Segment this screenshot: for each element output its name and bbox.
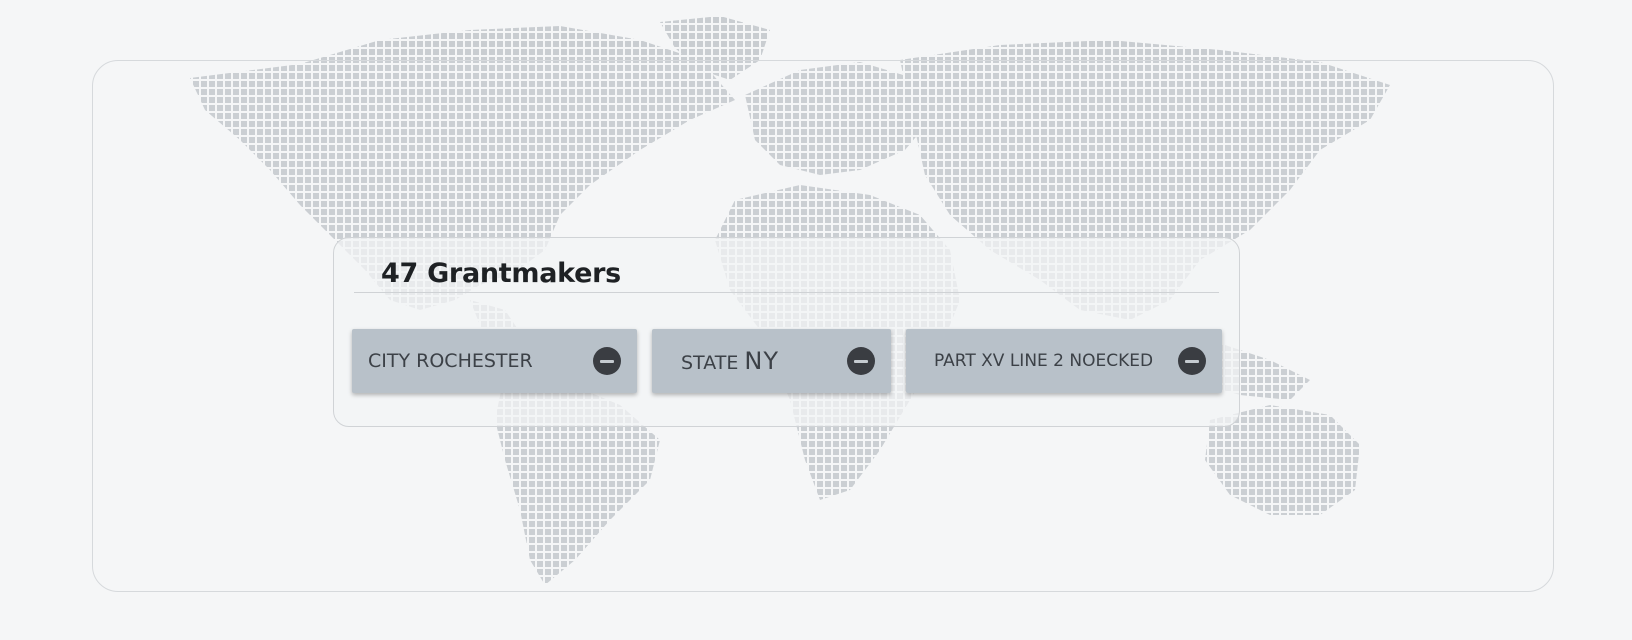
minus-circle-icon[interactable]: [847, 347, 875, 375]
minus-circle-icon[interactable]: [593, 347, 621, 375]
filter-value: NY: [744, 347, 779, 375]
filter-chip-city[interactable]: CITY ROCHESTER: [352, 329, 637, 393]
page: 47 Grantmakers CITY ROCHESTER STATE NY P…: [0, 0, 1632, 640]
filter-field: STATE: [681, 352, 739, 374]
filter-value: ROCHESTER: [416, 350, 533, 372]
filter-chip-label: PART XV LINE 2 NOECKED: [934, 351, 1154, 371]
filter-panel: 47 Grantmakers CITY ROCHESTER STATE NY P…: [333, 237, 1240, 427]
divider: [354, 292, 1219, 293]
filter-chip-label: STATE NY: [681, 347, 847, 375]
grantmakers-count: 47 Grantmakers: [381, 258, 621, 289]
filter-chip-part-xv[interactable]: PART XV LINE 2 NOECKED: [906, 329, 1222, 393]
filter-field: CITY: [368, 350, 411, 372]
minus-circle-icon[interactable]: [1178, 347, 1206, 375]
filter-chip-state[interactable]: STATE NY: [652, 329, 891, 393]
filter-chip-label: CITY ROCHESTER: [368, 350, 593, 372]
